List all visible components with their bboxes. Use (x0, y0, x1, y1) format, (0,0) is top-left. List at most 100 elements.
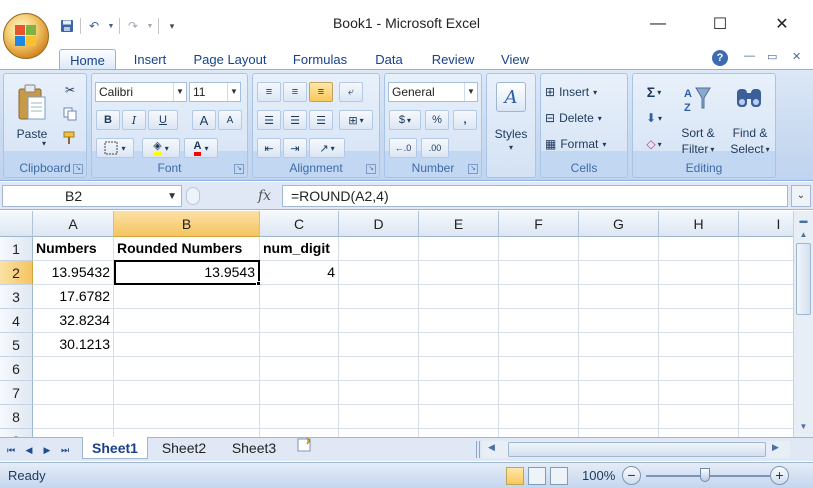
currency-button[interactable]: $ ▾ (389, 110, 421, 130)
grid-cell[interactable] (114, 405, 260, 429)
styles-button-label[interactable]: Styles (487, 126, 535, 142)
row-header-9[interactable]: 9 (0, 429, 33, 437)
help-icon[interactable]: ? (712, 50, 728, 66)
tab-review[interactable]: Review (422, 49, 484, 70)
row-header-4[interactable]: 4 (0, 309, 33, 333)
tab-data[interactable]: Data (366, 49, 412, 70)
sheet-tab-sheet1[interactable]: Sheet1 (82, 437, 148, 459)
grid-cell[interactable] (499, 429, 579, 437)
scroll-up-icon[interactable]: ▲ (796, 227, 811, 242)
clear-button[interactable]: ◇ ▾ (639, 134, 669, 154)
column-header-a[interactable]: A (33, 211, 114, 237)
sort-filter-label-1[interactable]: Sort & (671, 126, 725, 140)
grid-cell[interactable] (739, 309, 793, 333)
number-format-select[interactable]: General ▼ (388, 82, 478, 102)
row-header-2[interactable]: 2 (0, 261, 33, 285)
align-center-icon[interactable]: ☰ (283, 110, 307, 130)
column-header-h[interactable]: H (659, 211, 739, 237)
page-break-view-icon[interactable] (550, 467, 568, 485)
first-sheet-icon[interactable]: ⏮ (4, 443, 18, 457)
grid-cell[interactable] (739, 429, 793, 437)
grid-cell[interactable] (339, 333, 419, 357)
row-header-8[interactable]: 8 (0, 405, 33, 429)
grid-cell[interactable] (659, 405, 739, 429)
italic-button[interactable]: I (122, 110, 146, 130)
cell-c1[interactable]: num_digit (260, 237, 339, 261)
normal-view-icon[interactable] (506, 467, 524, 485)
grid-cell[interactable] (499, 333, 579, 357)
row-header-1[interactable]: 1 (0, 237, 33, 261)
insert-cells-button[interactable]: ⊞ Insert ▾ (545, 82, 627, 102)
grid-cell[interactable] (260, 357, 339, 381)
grid-cell[interactable] (499, 285, 579, 309)
increase-decimal-button[interactable]: ←.0 (389, 138, 417, 158)
grid-cell[interactable] (739, 405, 793, 429)
grid-cell[interactable] (339, 237, 419, 261)
grid-cell[interactable] (114, 381, 260, 405)
grid-cell[interactable] (114, 357, 260, 381)
font-size-select[interactable]: 11 ▼ (189, 82, 241, 102)
format-cells-button[interactable]: ▦ Format ▾ (545, 134, 627, 154)
grid-cell[interactable] (260, 333, 339, 357)
grid-cell[interactable] (419, 357, 499, 381)
grid-cell[interactable] (260, 285, 339, 309)
scroll-down-icon[interactable]: ▼ (796, 419, 811, 434)
grid-cell[interactable] (739, 357, 793, 381)
grid-cell[interactable] (339, 357, 419, 381)
cell-a2[interactable]: 13.95432 (33, 261, 114, 285)
maximize-button[interactable]: ☐ (689, 10, 751, 38)
column-header-c[interactable]: C (260, 211, 339, 237)
sheet-tab-sheet3[interactable]: Sheet3 (222, 437, 286, 459)
grid-cell[interactable] (499, 261, 579, 285)
comma-button[interactable]: , (453, 110, 477, 130)
find-select-label-1[interactable]: Find & (723, 126, 777, 140)
grid-cell[interactable] (339, 405, 419, 429)
column-header-e[interactable]: E (419, 211, 499, 237)
merge-center-icon[interactable]: ⊞ ▾ (339, 110, 373, 130)
tab-insert[interactable]: Insert (124, 49, 176, 70)
grid-cell[interactable] (579, 381, 659, 405)
office-button[interactable] (3, 13, 49, 59)
page-layout-view-icon[interactable] (528, 467, 546, 485)
cell-a1[interactable]: Numbers (33, 237, 114, 261)
insert-function-icon[interactable]: fx (258, 188, 271, 204)
grid-cell[interactable] (33, 357, 114, 381)
grid-cell[interactable] (499, 309, 579, 333)
grid-cell[interactable] (419, 429, 499, 437)
grid-cell[interactable] (33, 405, 114, 429)
orientation-icon[interactable]: ↗ ▾ (309, 138, 345, 158)
number-launcher-icon[interactable]: ↘ (468, 164, 478, 174)
vertical-scrollbar[interactable]: ▬ ▲ ▼ (793, 211, 813, 437)
find-select-label-2[interactable]: Select ▾ (723, 142, 777, 156)
clipboard-launcher-icon[interactable]: ↘ (73, 164, 83, 174)
ribbon-minimize-icon[interactable]: — (744, 50, 755, 62)
grid-cell[interactable] (33, 381, 114, 405)
grid-cell[interactable] (260, 309, 339, 333)
grid-cell[interactable] (659, 285, 739, 309)
align-top-icon[interactable]: ≡ (257, 82, 281, 102)
grid-cell[interactable] (499, 357, 579, 381)
grid-cell[interactable] (419, 309, 499, 333)
copy-icon[interactable] (62, 106, 78, 122)
shrink-font-button[interactable]: A (218, 110, 242, 130)
font-name-select[interactable]: Calibri ▼ (95, 82, 187, 102)
tab-split-handle[interactable] (476, 441, 480, 458)
align-left-icon[interactable]: ☰ (257, 110, 281, 130)
prev-sheet-icon[interactable]: ◀ (22, 443, 36, 457)
wrap-text-icon[interactable]: ⤶ (339, 82, 363, 102)
grid-cell[interactable] (499, 405, 579, 429)
align-right-icon[interactable]: ☰ (309, 110, 333, 130)
expand-formula-bar-icon[interactable]: ⌄ (791, 185, 811, 207)
grid-cell[interactable] (419, 405, 499, 429)
cell-c2[interactable]: 4 (260, 261, 339, 285)
grid-cell[interactable] (114, 285, 260, 309)
cut-icon[interactable]: ✂ (62, 82, 78, 98)
grid-cell[interactable] (419, 237, 499, 261)
grid-cell[interactable] (114, 429, 260, 437)
grid-cell[interactable] (739, 285, 793, 309)
grid-cell[interactable] (499, 237, 579, 261)
ribbon-restore-icon[interactable]: ▭ (767, 50, 777, 63)
bold-button[interactable]: B (96, 110, 120, 130)
grid-cell[interactable] (739, 237, 793, 261)
row-header-3[interactable]: 3 (0, 285, 33, 309)
